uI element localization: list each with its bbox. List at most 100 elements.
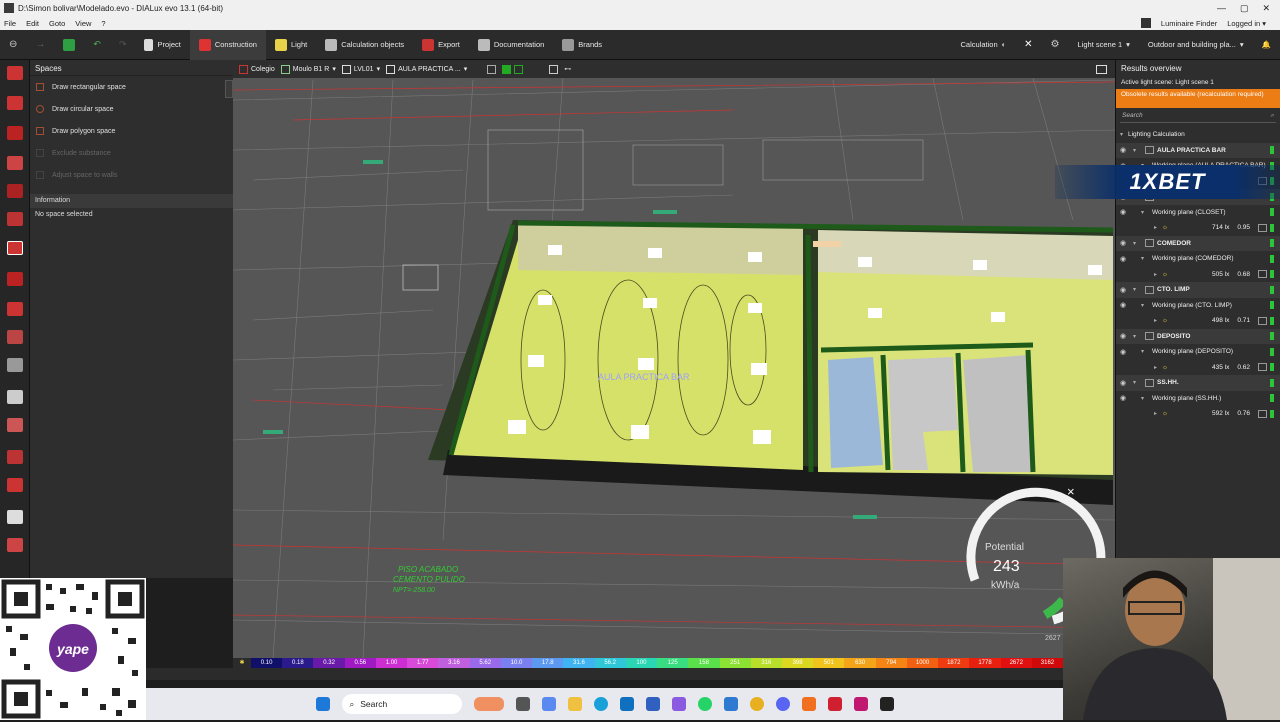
results-search-input[interactable]: Search ⌕ bbox=[1120, 112, 1276, 123]
scale-settings-icon[interactable]: ✱ bbox=[233, 658, 251, 668]
tab-documentation[interactable]: Documentation bbox=[469, 30, 553, 60]
menu-view[interactable]: View bbox=[75, 19, 91, 28]
visibility-eye-icon[interactable]: ◉ bbox=[1120, 239, 1129, 247]
green-mode-button[interactable] bbox=[502, 64, 524, 74]
outlook-icon[interactable] bbox=[619, 697, 634, 711]
result-room-row[interactable]: ◉ ▾ AULA PRÁCTICA BAR bbox=[1116, 142, 1280, 158]
stop-calculation-button[interactable]: ✕ bbox=[1015, 30, 1041, 60]
maximize-button[interactable]: ▢ bbox=[1240, 3, 1249, 14]
draw-polygon-space-button[interactable]: Draw polygon space bbox=[30, 120, 233, 142]
panel-collapse-handle[interactable] bbox=[225, 80, 233, 98]
measure-button[interactable]: ⊷ bbox=[564, 65, 571, 73]
result-room-row[interactable]: ◉ ▾ CTO. LIMP bbox=[1116, 282, 1280, 298]
taskbar-search[interactable]: ⌕ Search bbox=[341, 694, 462, 714]
tool-plan-icon[interactable] bbox=[7, 96, 23, 110]
draw-circular-space-button[interactable]: Draw circular space bbox=[30, 98, 233, 120]
task-view-icon[interactable] bbox=[515, 697, 530, 711]
tool-furniture-icon[interactable] bbox=[7, 390, 23, 404]
back-button[interactable]: ⊖ bbox=[0, 30, 26, 60]
widgets-icon[interactable] bbox=[473, 697, 504, 711]
visibility-eye-icon[interactable]: ◉ bbox=[1120, 286, 1129, 294]
teams-icon[interactable] bbox=[671, 697, 686, 711]
tab-calculation-objects[interactable]: Calculation objects bbox=[316, 30, 413, 60]
save-button[interactable] bbox=[54, 30, 84, 60]
tool-storey-icon[interactable] bbox=[7, 156, 23, 170]
result-plane-row[interactable]: ◉ ▾ Working plane (CTO. LIMP) bbox=[1116, 298, 1280, 314]
close-button[interactable]: ✕ bbox=[1262, 3, 1270, 14]
result-room-row[interactable]: ◉ ▾ DEPOSITO bbox=[1116, 328, 1280, 344]
edit-icon[interactable] bbox=[1258, 223, 1267, 232]
building-selector[interactable]: Colegio bbox=[239, 64, 275, 74]
undo-button[interactable]: ↶ bbox=[84, 30, 110, 60]
result-values-row[interactable]: ▸ ☼ 498 lx 0.71 bbox=[1116, 313, 1280, 329]
capcut-icon[interactable] bbox=[853, 697, 868, 711]
result-values-row[interactable]: ▸ ☼ 592 lx 0.76 bbox=[1116, 406, 1280, 422]
menu-goto[interactable]: Goto bbox=[49, 19, 65, 28]
result-values-row[interactable]: ▸ ☼ 714 lx 0.95 bbox=[1116, 220, 1280, 236]
file-explorer-icon[interactable] bbox=[567, 697, 582, 711]
menu-help[interactable]: ? bbox=[101, 19, 105, 28]
tool-extra-icon[interactable] bbox=[7, 538, 23, 552]
whatsapp-icon[interactable] bbox=[697, 697, 712, 711]
windows-start-icon[interactable] bbox=[315, 697, 330, 711]
module-selector[interactable]: Moulo B1 R ▾ bbox=[280, 64, 336, 74]
result-plane-row[interactable]: ◉ ▾ Working plane (DEPOSITO) bbox=[1116, 344, 1280, 360]
scene-type-select[interactable]: Outdoor and building pla... ▾ bbox=[1139, 30, 1253, 60]
tool-building-icon[interactable] bbox=[7, 126, 23, 140]
dialux-taskbar-icon[interactable] bbox=[879, 697, 894, 711]
tool-frame-icon[interactable] bbox=[7, 510, 23, 524]
maximize-view-button[interactable] bbox=[1096, 64, 1107, 74]
chrome-icon[interactable] bbox=[749, 697, 764, 711]
light-scene-select[interactable]: Light scene 1 ▾ bbox=[1069, 30, 1139, 60]
discord-icon[interactable] bbox=[775, 697, 790, 711]
minimize-button[interactable]: — bbox=[1217, 3, 1226, 14]
edge-icon[interactable] bbox=[593, 697, 608, 711]
result-plane-row[interactable]: ◉ ▾ Working plane (SS.HH.) bbox=[1116, 391, 1280, 407]
calculation-button[interactable]: Calculation ◐ bbox=[952, 30, 1016, 60]
tool-space-icon-active[interactable] bbox=[7, 241, 23, 255]
settings-button[interactable]: ⚙ bbox=[1042, 30, 1069, 60]
result-room-row[interactable]: ◉ ▾ COMEDOR bbox=[1116, 235, 1280, 251]
result-room-row[interactable]: ◉ ▾ SS.HH. bbox=[1116, 375, 1280, 391]
visibility-eye-icon[interactable]: ◉ bbox=[1120, 146, 1129, 154]
result-plane-row[interactable]: ◉ ▾ Working plane (CLOSET) bbox=[1116, 205, 1280, 221]
tool-section-icon[interactable] bbox=[7, 478, 23, 492]
tool-room-icon[interactable] bbox=[7, 212, 23, 226]
tool-window-icon[interactable] bbox=[7, 302, 23, 316]
edit-icon[interactable] bbox=[1258, 316, 1267, 325]
tab-construction[interactable]: Construction bbox=[189, 29, 266, 60]
copilot-icon[interactable] bbox=[541, 697, 556, 711]
result-values-row[interactable]: ▸ ☼ 435 lx 0.62 bbox=[1116, 360, 1280, 376]
forward-button[interactable]: → bbox=[26, 30, 54, 60]
redo-button[interactable]: ↷ bbox=[110, 30, 136, 60]
orange-app-icon[interactable] bbox=[801, 697, 816, 711]
room-selector[interactable]: AULA PRACTICA ... ▾ bbox=[386, 64, 467, 74]
tool-stairs-icon[interactable] bbox=[7, 358, 23, 372]
tiktok-icon[interactable] bbox=[827, 697, 842, 711]
zoom-extents-button[interactable] bbox=[549, 64, 559, 74]
edit-icon[interactable] bbox=[1258, 270, 1267, 279]
tool-measure-icon[interactable] bbox=[7, 450, 23, 464]
visibility-eye-icon[interactable]: ◉ bbox=[1120, 255, 1129, 263]
notifications-button[interactable]: 🔔 bbox=[1253, 30, 1280, 60]
tool-door-icon[interactable] bbox=[7, 272, 23, 286]
visibility-eye-icon[interactable]: ◉ bbox=[1120, 394, 1129, 402]
tab-project[interactable]: Project bbox=[135, 30, 189, 60]
tool-ceiling-icon[interactable] bbox=[7, 330, 23, 344]
edit-icon[interactable] bbox=[1258, 409, 1267, 418]
result-plane-row[interactable]: ◉ ▾ Working plane (COMEDOR) bbox=[1116, 251, 1280, 267]
visibility-eye-icon[interactable]: ◉ bbox=[1120, 379, 1129, 387]
menu-file[interactable]: File bbox=[4, 19, 16, 28]
menu-edit[interactable]: Edit bbox=[26, 19, 39, 28]
visibility-eye-icon[interactable]: ◉ bbox=[1120, 332, 1129, 340]
tool-wall-icon[interactable] bbox=[7, 184, 23, 198]
tab-export[interactable]: Export bbox=[413, 30, 469, 60]
luminaire-finder-link[interactable]: Luminaire Finder bbox=[1161, 19, 1217, 28]
tool-import-icon[interactable] bbox=[7, 66, 23, 80]
edit-icon[interactable] bbox=[1258, 363, 1267, 372]
logged-in-menu[interactable]: Logged in ▾ bbox=[1227, 19, 1266, 28]
obsolete-results-warning[interactable]: Obsolete results available (recalculatio… bbox=[1116, 89, 1280, 108]
tree-root[interactable]: ▾ Lighting Calculation bbox=[1116, 127, 1280, 143]
draw-rectangular-space-button[interactable]: Draw rectangular space bbox=[30, 76, 233, 98]
level-selector[interactable]: LVL01 ▾ bbox=[341, 64, 380, 74]
